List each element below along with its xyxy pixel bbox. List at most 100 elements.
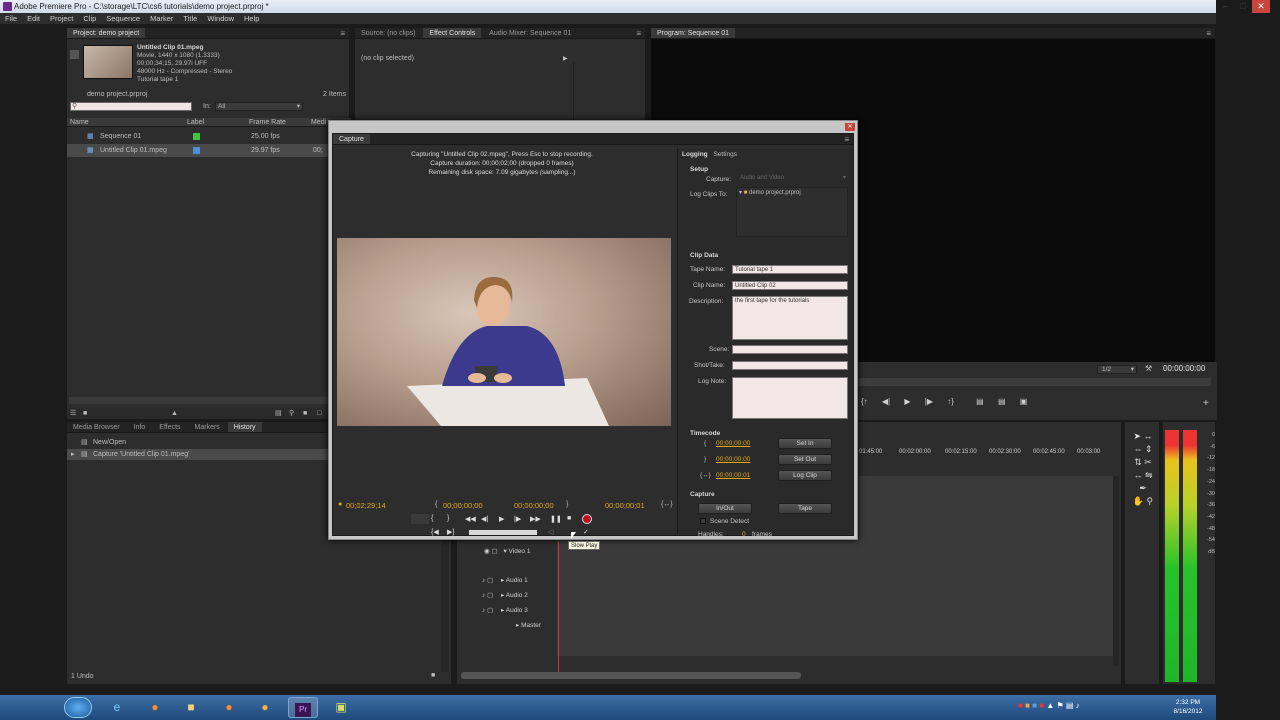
- new-bin-icon[interactable]: ■: [303, 408, 307, 419]
- scene-detect-checkbox[interactable]: [700, 518, 706, 524]
- step-back-icon[interactable]: ◀|: [481, 515, 488, 523]
- ripple-tool-icon[interactable]: ⇔ ⇕: [1130, 443, 1156, 456]
- tray-icon[interactable]: ■: [1039, 701, 1044, 710]
- collapse-icon[interactable]: ▾: [503, 548, 506, 555]
- list-view-icon[interactable]: ☰: [70, 408, 76, 419]
- tab-markers[interactable]: Markers: [189, 422, 226, 432]
- pause-icon[interactable]: ❚❚: [550, 515, 562, 523]
- menu-marker[interactable]: Marker: [145, 13, 178, 24]
- horizontal-scrollbar[interactable]: [69, 397, 347, 404]
- speaker-icon[interactable]: ♪: [482, 592, 485, 599]
- menu-clip[interactable]: Clip: [78, 13, 101, 24]
- tab-media-browser[interactable]: Media Browser: [67, 422, 126, 432]
- stop-icon[interactable]: ■: [567, 515, 571, 522]
- track-audio-1[interactable]: ♪ ▢ ▸ Audio 1: [460, 574, 556, 588]
- shot-take-field[interactable]: [732, 361, 848, 370]
- description-field[interactable]: the first tape for the tutorials: [732, 296, 848, 340]
- shuttle-slider[interactable]: [469, 530, 537, 535]
- set-in-deck-button[interactable]: [411, 514, 429, 524]
- tab-program[interactable]: Program: Sequence 01: [651, 28, 735, 38]
- expand-icon[interactable]: ▸: [501, 607, 504, 614]
- go-to-in-icon[interactable]: {◀: [431, 528, 439, 536]
- fast-forward-icon[interactable]: ▶▶: [530, 515, 541, 523]
- lift-icon[interactable]: ▤: [976, 397, 984, 406]
- capture-type-select[interactable]: Audio and Video ▾: [738, 174, 848, 183]
- record-icon[interactable]: [582, 514, 592, 524]
- menu-title[interactable]: Title: [178, 13, 202, 24]
- media-app-icon[interactable]: ▣: [326, 697, 356, 718]
- track-audio-2[interactable]: ♪ ▢ ▸ Audio 2: [460, 589, 556, 603]
- tray-icon[interactable]: ▲: [1046, 701, 1054, 710]
- column-frame-rate[interactable]: Frame Rate: [249, 118, 286, 127]
- panel-menu-icon[interactable]: ≡: [340, 28, 345, 39]
- minimize-icon[interactable]: –: [1216, 0, 1234, 13]
- expand-icon[interactable]: ▸: [516, 622, 519, 629]
- panel-menu-icon[interactable]: ≡: [636, 28, 641, 39]
- tab-effects[interactable]: Effects: [153, 422, 186, 432]
- clock[interactable]: 2:32 PM 8/16/2012: [1168, 698, 1208, 716]
- play-thumbnail-icon[interactable]: [70, 50, 79, 59]
- extract-icon[interactable]: ▤: [998, 397, 1006, 406]
- razor-tool-icon[interactable]: ⇅ ✂: [1130, 456, 1156, 469]
- duration-timecode[interactable]: 00;00;00;01: [716, 472, 750, 479]
- log-note-field[interactable]: [732, 377, 848, 419]
- menu-edit[interactable]: Edit: [22, 13, 45, 24]
- firefox-icon[interactable]: ●: [140, 697, 170, 718]
- menu-sequence[interactable]: Sequence: [101, 13, 145, 24]
- capture-out-timecode[interactable]: 00;00;00;00: [514, 501, 554, 510]
- step-back-icon[interactable]: ◀|: [882, 397, 890, 406]
- firefox-icon[interactable]: ●: [250, 697, 280, 718]
- tab-settings[interactable]: Settings: [713, 151, 737, 158]
- expand-icon[interactable]: ▸: [501, 592, 504, 599]
- export-frame-icon[interactable]: ▣: [1020, 397, 1028, 406]
- set-in-timecode[interactable]: 00;00;00;00: [716, 440, 750, 447]
- volume-icon[interactable]: ♪: [1076, 701, 1080, 710]
- lock-icon[interactable]: ▢: [487, 577, 493, 584]
- tab-project[interactable]: Project: demo project: [67, 28, 146, 38]
- list-item[interactable]: ▦ Untitled Clip 01.mpeg 29.97 fps 00;: [67, 144, 351, 157]
- tab-info[interactable]: Info: [128, 422, 152, 432]
- column-media[interactable]: Medi: [311, 118, 326, 127]
- log-clips-tree[interactable]: ▾ ■ demo project.prproj: [736, 187, 848, 237]
- tab-audio-mixer[interactable]: Audio Mixer: Sequence 01: [483, 28, 577, 38]
- scene-search-icon[interactable]: ✓: [583, 528, 589, 536]
- in-select[interactable]: All ▾: [215, 102, 303, 111]
- network-icon[interactable]: ▤: [1066, 701, 1074, 710]
- capture-in-timecode[interactable]: 00;00;00;00: [443, 501, 483, 510]
- firefox-icon[interactable]: ●: [214, 697, 244, 718]
- mark-out-icon[interactable]: ↑}: [947, 397, 954, 406]
- step-forward-icon[interactable]: |▶: [925, 397, 933, 406]
- playhead[interactable]: [558, 542, 559, 672]
- slow-reverse-icon[interactable]: ◁: [548, 528, 553, 536]
- menu-help[interactable]: Help: [239, 13, 264, 24]
- list-item[interactable]: ▦ Sequence 01 25.00 fps: [67, 130, 351, 143]
- speaker-icon[interactable]: ♪: [482, 577, 485, 584]
- tab-logging[interactable]: Logging: [682, 151, 708, 158]
- start-orb-icon[interactable]: [64, 697, 92, 718]
- tape-name-field[interactable]: Tutorial tape 1: [732, 265, 848, 274]
- tray-icon[interactable]: ■: [1025, 701, 1030, 710]
- trash-icon[interactable]: ■: [431, 672, 435, 679]
- maximize-icon[interactable]: □: [1234, 0, 1252, 13]
- tray-icon[interactable]: ■: [1032, 701, 1037, 710]
- flag-icon[interactable]: ⚑: [1056, 701, 1063, 710]
- expand-icon[interactable]: ▸: [501, 577, 504, 584]
- mark-out-icon[interactable]: }: [447, 515, 449, 522]
- ie-icon[interactable]: e: [102, 697, 132, 718]
- set-out-button[interactable]: Set Out: [778, 454, 832, 465]
- capture-duration-timecode[interactable]: 00;00;00;01: [605, 501, 645, 510]
- column-label[interactable]: Label: [187, 118, 204, 127]
- tab-source[interactable]: Source: (no clips): [355, 28, 421, 38]
- column-name[interactable]: Name: [70, 118, 89, 127]
- lock-icon[interactable]: ▢: [487, 607, 493, 614]
- timeline-v-scrollbar[interactable]: [1113, 476, 1119, 666]
- eye-icon[interactable]: ◉: [484, 548, 490, 555]
- capture-current-timecode[interactable]: 00;02;29;14: [346, 501, 386, 510]
- go-to-out-icon[interactable]: ▶}: [447, 528, 455, 536]
- track-video-1[interactable]: ◉ ▢ ▾ Video 1: [460, 545, 556, 559]
- new-item-icon[interactable]: □: [317, 408, 321, 419]
- capture-window-close[interactable]: ✕: [845, 123, 855, 131]
- pen-tool-icon[interactable]: ✒: [1130, 482, 1156, 495]
- menu-file[interactable]: File: [0, 13, 22, 24]
- step-forward-icon[interactable]: |▶: [514, 515, 521, 523]
